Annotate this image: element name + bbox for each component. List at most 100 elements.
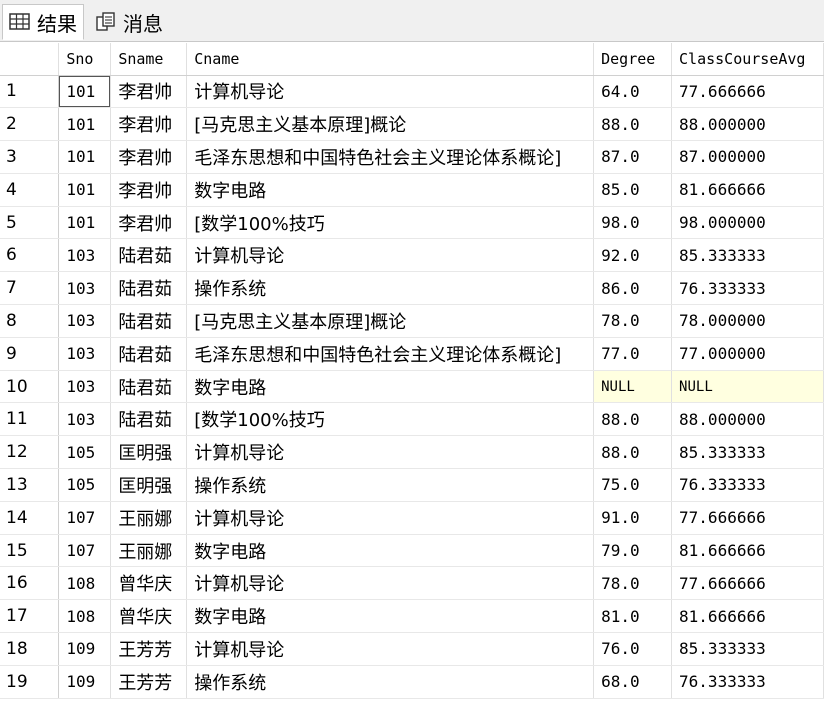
table-row[interactable]: 8 103 陆君茹 [马克思主义基本原理]概论 78.0 78.000000: [0, 304, 824, 338]
cell-sno[interactable]: 103: [58, 238, 112, 273]
row-number[interactable]: 10: [0, 370, 60, 404]
cell-degree[interactable]: 79.0: [593, 534, 673, 568]
cell-sname[interactable]: 匡明强: [110, 435, 188, 470]
cell-classcourseavg[interactable]: 85.333333: [671, 238, 824, 273]
row-number[interactable]: 17: [0, 599, 60, 634]
header-cname[interactable]: Cname: [186, 43, 595, 76]
cell-degree[interactable]: 75.0: [593, 468, 673, 502]
cell-sname[interactable]: 陆君茹: [110, 304, 188, 338]
table-row[interactable]: 1 101 李君帅 计算机导论 64.0 77.666666: [0, 75, 824, 109]
cell-sname[interactable]: 陆君茹: [110, 337, 188, 371]
cell-degree[interactable]: 76.0: [593, 632, 673, 666]
table-row[interactable]: 7 103 陆君茹 操作系统 86.0 76.333333: [0, 271, 824, 306]
cell-sno[interactable]: 109: [58, 665, 112, 699]
cell-classcourseavg[interactable]: 85.333333: [671, 435, 824, 470]
cell-sname[interactable]: 曾华庆: [110, 566, 188, 601]
cell-cname[interactable]: [数学100%技巧: [186, 402, 595, 437]
row-number[interactable]: 1: [0, 75, 60, 109]
header-sname[interactable]: Sname: [110, 43, 188, 76]
cell-degree[interactable]: 77.0: [593, 337, 673, 371]
cell-classcourseavg[interactable]: 81.666666: [671, 599, 824, 634]
cell-classcourseavg[interactable]: 76.333333: [671, 468, 824, 502]
cell-sno[interactable]: 101: [58, 140, 112, 174]
cell-cname[interactable]: 操作系统: [186, 271, 595, 306]
cell-degree[interactable]: 87.0: [593, 140, 673, 174]
table-row[interactable]: 18 109 王芳芳 计算机导论 76.0 85.333333: [0, 632, 824, 666]
cell-sno[interactable]: 101: [58, 173, 112, 207]
table-row[interactable]: 13 105 匡明强 操作系统 75.0 76.333333: [0, 468, 824, 502]
cell-classcourseavg[interactable]: 98.000000: [671, 206, 824, 240]
cell-degree[interactable]: 78.0: [593, 566, 673, 601]
table-row[interactable]: 5 101 李君帅 [数学100%技巧 98.0 98.000000: [0, 206, 824, 240]
cell-cname[interactable]: [马克思主义基本原理]概论: [186, 304, 595, 338]
row-number[interactable]: 12: [0, 435, 60, 470]
cell-sno[interactable]: 105: [58, 435, 112, 470]
table-row[interactable]: 9 103 陆君茹 毛泽东思想和中国特色社会主义理论体系概论] 77.0 77.00000…: [0, 337, 824, 371]
cell-classcourseavg[interactable]: 77.666666: [671, 75, 824, 109]
cell-classcourseavg[interactable]: 77.000000: [671, 337, 824, 371]
cell-classcourseavg[interactable]: 88.000000: [671, 107, 824, 142]
cell-degree[interactable]: 91.0: [593, 501, 673, 535]
cell-degree[interactable]: 64.0: [593, 75, 673, 109]
cell-classcourseavg[interactable]: 76.333333: [671, 271, 824, 306]
row-number[interactable]: 13: [0, 468, 60, 502]
row-number[interactable]: 11: [0, 402, 60, 437]
cell-degree[interactable]: 68.0: [593, 665, 673, 699]
cell-classcourseavg[interactable]: 81.666666: [671, 173, 824, 207]
cell-sno[interactable]: 107: [58, 501, 112, 535]
cell-cname[interactable]: 操作系统: [186, 665, 595, 699]
cell-classcourseavg[interactable]: 88.000000: [671, 402, 824, 437]
cell-sname[interactable]: 匡明强: [110, 468, 188, 502]
row-number[interactable]: 18: [0, 632, 60, 666]
cell-cname[interactable]: 数字电路: [186, 173, 595, 207]
cell-cname[interactable]: 毛泽东思想和中国特色社会主义理论体系概论]: [186, 337, 595, 371]
cell-sno[interactable]: 108: [58, 599, 112, 634]
cell-degree[interactable]: NULL: [593, 370, 673, 404]
cell-sname[interactable]: 李君帅: [110, 140, 188, 174]
cell-sno[interactable]: 103: [58, 304, 112, 338]
row-number[interactable]: 14: [0, 501, 60, 535]
cell-sname[interactable]: 李君帅: [110, 75, 188, 109]
table-row[interactable]: 16 108 曾华庆 计算机导论 78.0 77.666666: [0, 566, 824, 601]
row-number[interactable]: 7: [0, 271, 60, 306]
cell-sname[interactable]: 李君帅: [110, 107, 188, 142]
table-row[interactable]: 12 105 匡明强 计算机导论 88.0 85.333333: [0, 435, 824, 470]
table-row[interactable]: 19 109 王芳芳 操作系统 68.0 76.333333: [0, 665, 824, 699]
cell-classcourseavg[interactable]: 87.000000: [671, 140, 824, 174]
cell-sname[interactable]: 王芳芳: [110, 665, 188, 699]
cell-sname[interactable]: 李君帅: [110, 173, 188, 207]
header-classcourseavg[interactable]: ClassCourseAvg: [671, 43, 824, 76]
cell-sname[interactable]: 王丽娜: [110, 534, 188, 568]
table-row[interactable]: 6 103 陆君茹 计算机导论 92.0 85.333333: [0, 238, 824, 273]
cell-cname[interactable]: [数学100%技巧: [186, 206, 595, 240]
cell-degree[interactable]: 86.0: [593, 271, 673, 306]
table-row[interactable]: 2 101 李君帅 [马克思主义基本原理]概论 88.0 88.000000: [0, 107, 824, 142]
cell-cname[interactable]: 计算机导论: [186, 435, 595, 470]
cell-sname[interactable]: 陆君茹: [110, 271, 188, 306]
cell-cname[interactable]: 数字电路: [186, 370, 595, 404]
cell-sno[interactable]: 101: [58, 206, 112, 240]
row-number[interactable]: 8: [0, 304, 60, 338]
cell-cname[interactable]: 数字电路: [186, 599, 595, 634]
row-number[interactable]: 4: [0, 173, 60, 207]
header-degree[interactable]: Degree: [593, 43, 673, 76]
cell-classcourseavg[interactable]: 81.666666: [671, 534, 824, 568]
cell-cname[interactable]: 计算机导论: [186, 566, 595, 601]
cell-sname[interactable]: 王丽娜: [110, 501, 188, 535]
cell-degree[interactable]: 88.0: [593, 435, 673, 470]
cell-sname[interactable]: 王芳芳: [110, 632, 188, 666]
row-number[interactable]: 19: [0, 665, 60, 699]
cell-sno[interactable]: 103: [58, 271, 112, 306]
row-number[interactable]: 3: [0, 140, 60, 174]
cell-sname[interactable]: 陆君茹: [110, 402, 188, 437]
cell-cname[interactable]: 操作系统: [186, 468, 595, 502]
table-row[interactable]: 10 103 陆君茹 数字电路 NULL NULL: [0, 370, 824, 404]
cell-degree[interactable]: 85.0: [593, 173, 673, 207]
cell-sno[interactable]: 103: [58, 337, 112, 371]
cell-classcourseavg[interactable]: 76.333333: [671, 665, 824, 699]
table-row[interactable]: 4 101 李君帅 数字电路 85.0 81.666666: [0, 173, 824, 207]
cell-sno[interactable]: 103: [58, 370, 112, 404]
cell-cname[interactable]: 计算机导论: [186, 501, 595, 535]
cell-sname[interactable]: 陆君茹: [110, 370, 188, 404]
header-corner[interactable]: [0, 43, 60, 76]
